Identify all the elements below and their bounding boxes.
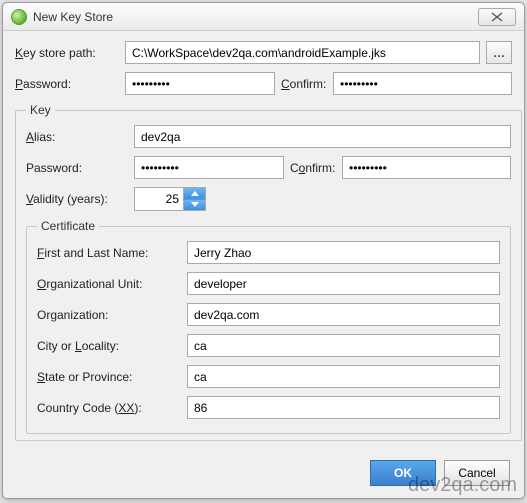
validity-label: Validity (years): <box>26 192 134 206</box>
keystore-confirm-label: Confirm: <box>275 77 333 91</box>
state-input[interactable] <box>187 365 500 388</box>
key-fieldset: Key Alias: Password: Confirm: Validity (… <box>15 103 522 441</box>
key-confirm-label: Confirm: <box>284 161 342 175</box>
certificate-fieldset: Certificate First and Last Name: Organiz… <box>26 219 511 434</box>
city-label: City or Locality: <box>37 339 187 353</box>
keystore-path-input[interactable] <box>125 41 480 64</box>
organizational-unit-input[interactable] <box>187 272 500 295</box>
alias-label: Alias: <box>26 130 134 144</box>
dialog-content: Key store path: … Password: Confirm: Key… <box>3 31 524 452</box>
state-label: State or Province: <box>37 370 187 384</box>
certificate-legend: Certificate <box>37 219 99 233</box>
first-last-name-label: First and Last Name: <box>37 246 187 260</box>
ellipsis-icon: … <box>493 46 505 60</box>
key-confirm-input[interactable] <box>342 156 511 179</box>
browse-button[interactable]: … <box>486 41 512 64</box>
keystore-password-label: Password: <box>15 77 125 91</box>
keystore-path-label: Key store path: <box>15 46 125 60</box>
alias-input[interactable] <box>134 125 511 148</box>
organization-label: Organization: <box>37 308 187 322</box>
key-password-label: Password: <box>26 161 134 175</box>
validity-input[interactable] <box>135 188 183 210</box>
new-key-store-dialog: New Key Store Key store path: … Password… <box>2 2 525 499</box>
country-code-input[interactable] <box>187 396 500 419</box>
country-code-label: Country Code (XX): <box>37 401 187 415</box>
organization-input[interactable] <box>187 303 500 326</box>
window-title: New Key Store <box>33 10 478 24</box>
organizational-unit-label: Organizational Unit: <box>37 277 187 291</box>
chevron-up-icon <box>191 191 199 196</box>
city-input[interactable] <box>187 334 500 357</box>
spinner-down-button[interactable] <box>183 200 205 211</box>
titlebar[interactable]: New Key Store <box>3 3 524 31</box>
spinner-up-button[interactable] <box>183 188 205 200</box>
dialog-footer: OK Cancel <box>3 452 524 498</box>
ok-button[interactable]: OK <box>370 460 436 486</box>
keystore-confirm-input[interactable] <box>333 72 512 95</box>
chevron-down-icon <box>191 202 199 207</box>
validity-spinner[interactable] <box>134 187 206 211</box>
key-legend: Key <box>26 103 55 117</box>
app-icon <box>11 9 27 25</box>
first-last-name-input[interactable] <box>187 241 500 264</box>
key-password-input[interactable] <box>134 156 284 179</box>
close-icon <box>491 12 503 22</box>
close-button[interactable] <box>478 8 516 26</box>
cancel-button[interactable]: Cancel <box>444 460 510 486</box>
keystore-password-input[interactable] <box>125 72 275 95</box>
